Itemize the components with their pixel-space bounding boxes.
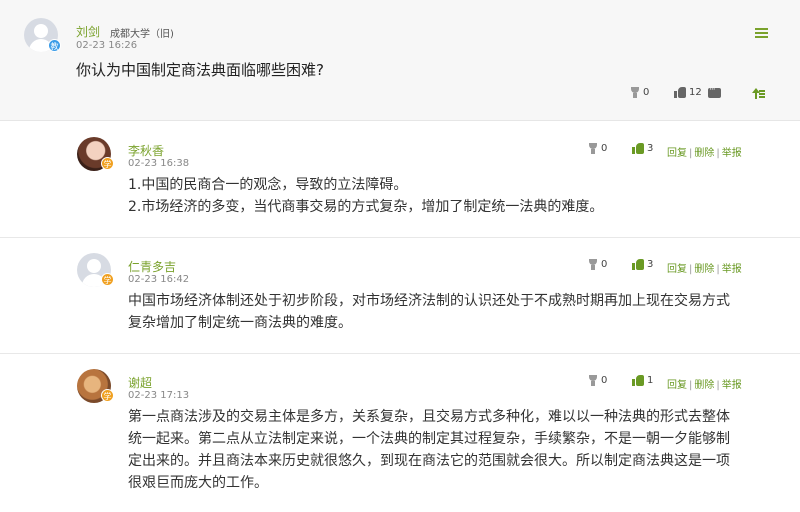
reply-link[interactable]: 回复 bbox=[667, 380, 687, 391]
trophy-count: 0 bbox=[601, 259, 608, 270]
reply-item: 学 李秋香 02-23 16:38 0 3 回复 | 删除 | 举报 1.中国的民商合一… bbox=[0, 122, 800, 238]
like-stat[interactable]: 3 bbox=[632, 259, 653, 270]
delete-link[interactable]: 删除 bbox=[694, 380, 714, 391]
thumbs-up-icon bbox=[632, 375, 644, 386]
reply-content: 中国市场经济体制还处于初步阶段，对市场经济法制的认识还处于不成熟时期再加上现在交… bbox=[128, 290, 778, 334]
report-link[interactable]: 举报 bbox=[722, 148, 742, 159]
post-time: 02-23 16:26 bbox=[76, 40, 138, 51]
trophy-stat[interactable]: 0 bbox=[588, 143, 607, 154]
student-badge: 学 bbox=[101, 157, 114, 170]
like-stat[interactable]: 1 bbox=[632, 375, 653, 386]
like-count: 1 bbox=[647, 375, 654, 386]
reply-actions: 回复 | 删除 | 举报 bbox=[667, 260, 742, 275]
report-link[interactable]: 举报 bbox=[722, 380, 742, 391]
separator: | bbox=[689, 264, 693, 275]
author-school: 成都大学（旧) bbox=[110, 29, 174, 40]
content-line: 复杂增加了制定统一商法典的难度。 bbox=[128, 315, 352, 331]
content-line: 2.市场经济的多变，当代商事交易的方式复杂，增加了制定统一法典的难度。 bbox=[128, 199, 604, 215]
trophy-icon bbox=[588, 143, 598, 154]
like-count: 3 bbox=[647, 143, 654, 154]
separator: | bbox=[716, 264, 720, 275]
reply-content: 第一点商法涉及的交易主体是多方，关系复杂，且交易方式多种化，难以以一种法典的形式… bbox=[128, 406, 778, 494]
reply-time: 02-23 16:38 bbox=[128, 158, 190, 169]
student-badge: 学 bbox=[101, 389, 114, 402]
thumbs-up-icon bbox=[632, 143, 644, 154]
trophy-count: 0 bbox=[601, 143, 608, 154]
content-line: 很艰巨而庞大的工作。 bbox=[128, 475, 268, 491]
reply-time: 02-23 17:13 bbox=[128, 390, 190, 401]
like-count: 3 bbox=[647, 259, 654, 270]
thumbs-up-icon bbox=[632, 259, 644, 270]
post-question: 你认为中国制定商法典面临哪些困难? bbox=[76, 61, 324, 79]
content-line: 1.中国的民商合一的观念，导致的立法障碍。 bbox=[128, 177, 408, 193]
separator: | bbox=[716, 148, 720, 159]
trophy-stat[interactable]: 0 bbox=[630, 87, 649, 98]
main-post: 教 刘剑 成都大学（旧) 02-23 16:26 你认为中国制定商法典面临哪些困… bbox=[0, 0, 800, 121]
reply-item: 学 谢超 02-23 17:13 0 1 回复 | 删除 | 举报 第一点商法涉及的交易… bbox=[0, 354, 800, 512]
thumbs-up-icon bbox=[674, 87, 686, 98]
author-name[interactable]: 李秋香 bbox=[128, 142, 164, 159]
separator: | bbox=[689, 148, 693, 159]
content-line: 中国市场经济体制还处于初步阶段，对市场经济法制的认识还处于不成熟时期再加上现在交… bbox=[128, 293, 730, 309]
content-line: 第一点商法涉及的交易主体是多方，关系复杂，且交易方式多种化，难以以一种法典的形式… bbox=[128, 409, 730, 425]
reply-content: 1.中国的民商合一的观念，导致的立法障碍。 2.市场经济的多变，当代商事交易的方… bbox=[128, 174, 778, 218]
like-stat[interactable]: 3 bbox=[632, 143, 653, 154]
reply-link[interactable]: 回复 bbox=[667, 264, 687, 275]
reply-link[interactable]: 回复 bbox=[667, 148, 687, 159]
content-line: 统一起来。第二点从立法制定来说，一个法典的制定其过程复杂，手续繁杂，不是一朝一夕… bbox=[128, 431, 730, 447]
reply-time: 02-23 16:42 bbox=[128, 274, 190, 285]
top-arrow-icon[interactable] bbox=[752, 88, 765, 99]
separator: | bbox=[689, 380, 693, 391]
author-name[interactable]: 谢超 bbox=[128, 374, 152, 391]
trophy-stat[interactable]: 0 bbox=[588, 375, 607, 386]
trophy-stat[interactable]: 0 bbox=[588, 259, 607, 270]
trophy-count: 0 bbox=[601, 375, 608, 386]
like-count: 12 bbox=[689, 87, 702, 98]
reply-item: 学 仁青多吉 02-23 16:42 0 3 回复 | 删除 | 举报 中国市场经济体制… bbox=[0, 238, 800, 354]
author-name[interactable]: 刘剑 bbox=[76, 23, 100, 40]
student-badge: 学 bbox=[101, 273, 114, 286]
separator: | bbox=[716, 380, 720, 391]
menu-icon[interactable] bbox=[755, 28, 768, 39]
teacher-badge: 教 bbox=[48, 39, 61, 52]
author-name[interactable]: 仁青多吉 bbox=[128, 258, 176, 275]
reply-actions: 回复 | 删除 | 举报 bbox=[667, 144, 742, 159]
content-line: 定出来的。并且商法本来历史就很悠久，到现在商法它的范围就会很大。所以制定商法典这… bbox=[128, 453, 730, 469]
delete-link[interactable]: 删除 bbox=[694, 148, 714, 159]
delete-link[interactable]: 删除 bbox=[694, 264, 714, 275]
comment-icon bbox=[708, 85, 721, 98]
trophy-count: 0 bbox=[643, 87, 650, 98]
like-stat[interactable]: 12 bbox=[674, 87, 702, 98]
trophy-icon bbox=[630, 87, 640, 98]
trophy-icon bbox=[588, 259, 598, 270]
trophy-icon bbox=[588, 375, 598, 386]
report-link[interactable]: 举报 bbox=[722, 264, 742, 275]
reply-actions: 回复 | 删除 | 举报 bbox=[667, 376, 742, 391]
comment-button[interactable] bbox=[708, 85, 721, 98]
